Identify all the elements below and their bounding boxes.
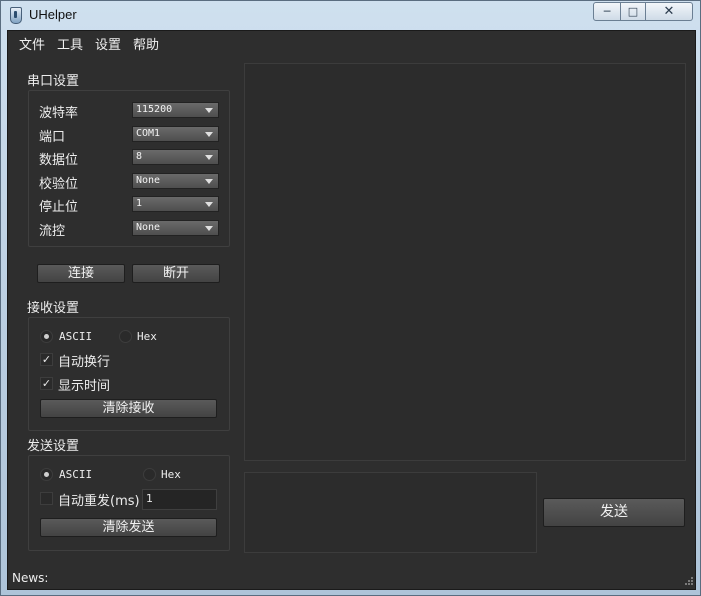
send-hex-label: Hex — [161, 468, 181, 481]
main-window-body: 文件 工具 设置 帮助 串口设置 波特率 115200 端口 COM1 数据位 … — [7, 30, 696, 590]
check-icon: ✓ — [41, 353, 52, 366]
flow-control-value: None — [136, 222, 161, 233]
maximize-icon: □ — [627, 5, 639, 18]
minimize-button[interactable]: ─ — [593, 2, 621, 21]
clear-receive-button[interactable]: 清除接收 — [40, 399, 217, 418]
receive-hex-radio[interactable] — [119, 330, 132, 343]
baud-rate-value: 115200 — [136, 104, 173, 115]
title-bar[interactable]: UHelper ─ □ ✕ — [1, 1, 700, 29]
baud-rate-select[interactable]: 115200 — [132, 102, 219, 118]
menu-file[interactable]: 文件 — [8, 31, 51, 53]
send-ascii-radio[interactable] — [40, 468, 53, 481]
port-label: 端口 — [39, 130, 66, 145]
send-ascii-label: ASCII — [59, 468, 93, 481]
receive-hex-label: Hex — [137, 330, 157, 343]
window-title: UHelper — [29, 7, 77, 22]
disconnect-button[interactable]: 断开 — [132, 264, 220, 283]
menu-tools[interactable]: 工具 — [51, 31, 89, 53]
data-bits-label: 数据位 — [39, 153, 79, 168]
app-icon — [10, 7, 22, 24]
stop-bits-select[interactable]: 1 — [132, 196, 219, 212]
send-hex-radio[interactable] — [143, 468, 156, 481]
send-button[interactable]: 发送 — [543, 498, 685, 527]
flow-control-label: 流控 — [39, 224, 66, 239]
menu-settings[interactable]: 设置 — [89, 31, 127, 53]
chevron-down-icon — [205, 132, 213, 137]
close-button[interactable]: ✕ — [646, 2, 693, 21]
parity-label: 校验位 — [39, 177, 79, 192]
resend-interval-input[interactable]: 1 — [142, 489, 217, 510]
port-value: COM1 — [136, 128, 161, 139]
auto-wrap-label: 自动换行 — [58, 355, 111, 370]
send-settings-title: 发送设置 — [27, 439, 80, 454]
stop-bits-value: 1 — [136, 198, 143, 209]
window-controls: ─ □ ✕ — [593, 2, 693, 21]
receive-text-area[interactable] — [244, 63, 686, 461]
chevron-down-icon — [205, 226, 213, 231]
menu-bar: 文件 工具 设置 帮助 — [8, 31, 695, 53]
send-text-area[interactable] — [244, 472, 537, 553]
chevron-down-icon — [205, 108, 213, 113]
show-time-checkbox[interactable]: ✓ — [40, 377, 53, 390]
maximize-button[interactable]: □ — [621, 2, 646, 21]
auto-resend-checkbox[interactable] — [40, 492, 53, 505]
port-select[interactable]: COM1 — [132, 126, 219, 142]
menu-help[interactable]: 帮助 — [127, 31, 165, 53]
flow-control-select[interactable]: None — [132, 220, 219, 236]
chevron-down-icon — [205, 202, 213, 207]
news-label: News: — [12, 571, 49, 585]
close-icon: ✕ — [663, 4, 675, 19]
parity-value: None — [136, 175, 161, 186]
connect-button[interactable]: 连接 — [37, 264, 125, 283]
show-time-label: 显示时间 — [58, 379, 111, 394]
chevron-down-icon — [205, 179, 213, 184]
data-bits-value: 8 — [136, 151, 143, 162]
clear-send-button[interactable]: 清除发送 — [40, 518, 217, 537]
chevron-down-icon — [205, 155, 213, 160]
serial-settings-title: 串口设置 — [27, 74, 80, 89]
auto-resend-label: 自动重发(ms) — [58, 494, 140, 509]
resize-grip-icon[interactable] — [683, 577, 693, 587]
parity-select[interactable]: None — [132, 173, 219, 189]
data-bits-select[interactable]: 8 — [132, 149, 219, 165]
receive-ascii-radio[interactable] — [40, 330, 53, 343]
minimize-icon: ─ — [603, 5, 611, 18]
receive-ascii-label: ASCII — [59, 330, 93, 343]
auto-wrap-checkbox[interactable]: ✓ — [40, 353, 53, 366]
app-window: UHelper ─ □ ✕ 文件 工具 设置 帮助 串口设置 波特率 11520… — [0, 0, 701, 596]
check-icon: ✓ — [41, 377, 52, 390]
stop-bits-label: 停止位 — [39, 200, 79, 215]
receive-settings-title: 接收设置 — [27, 301, 80, 316]
baud-rate-label: 波特率 — [39, 106, 79, 121]
